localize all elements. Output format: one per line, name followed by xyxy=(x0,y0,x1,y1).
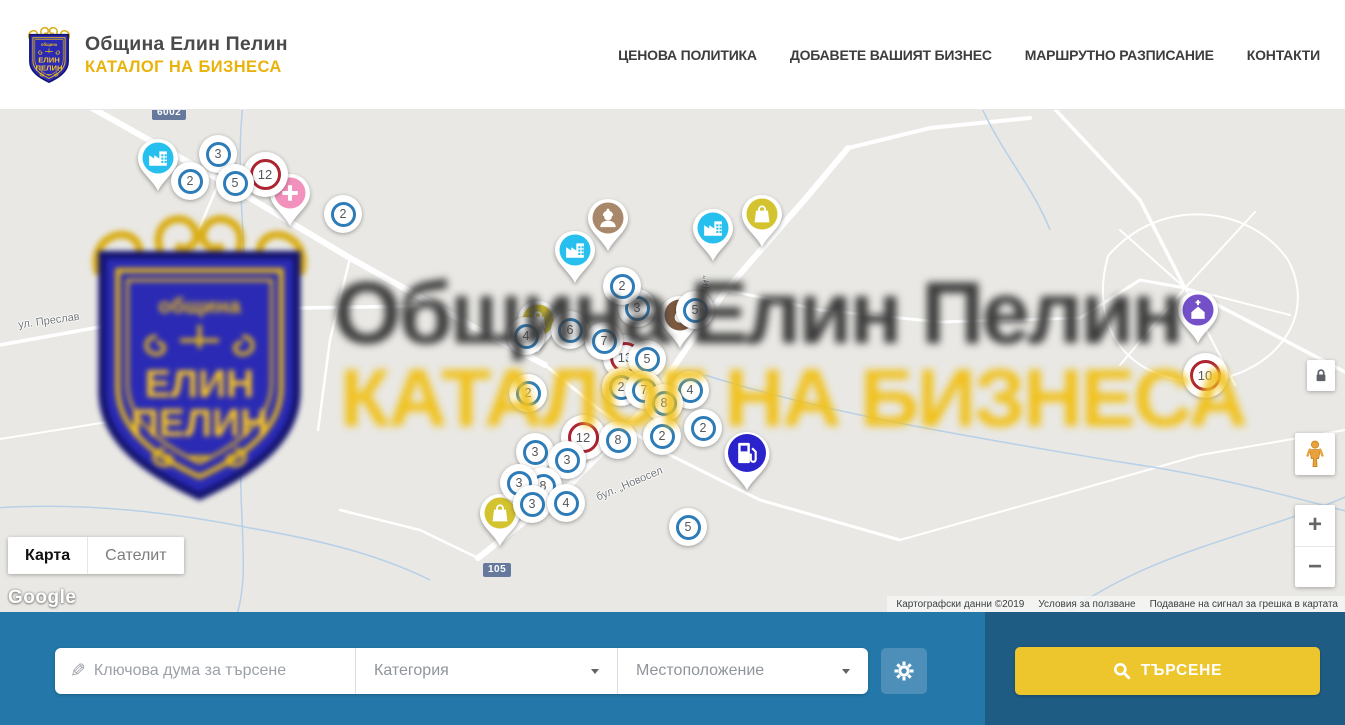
map-lock-button[interactable] xyxy=(1307,360,1335,391)
map-cluster[interactable]: 5 xyxy=(216,164,254,202)
search-bar: ✎ Категория Местоположение ТЪРСЕНЕ xyxy=(0,612,1345,725)
map-cluster[interactable]: 2 xyxy=(509,374,547,412)
map-cluster[interactable]: 6 xyxy=(551,311,589,349)
svg-text:ПЕЛИН: ПЕЛИН xyxy=(35,63,62,72)
church-pin[interactable] xyxy=(1175,289,1221,350)
map-cluster[interactable]: 2 xyxy=(171,162,209,200)
street-view-pegman-button[interactable] xyxy=(1295,433,1335,475)
search-input-group: ✎ Категория Местоположение xyxy=(55,648,868,694)
search-keyword-input[interactable] xyxy=(94,662,355,680)
factory-pin[interactable] xyxy=(690,207,736,268)
map-cluster[interactable]: 5 xyxy=(669,508,707,546)
attribution-copyright: Картографски данни ©2019 xyxy=(896,599,1024,610)
attribution-report-error-link[interactable]: Подаване на сигнал за грешка в картата xyxy=(1150,599,1338,610)
map-cluster[interactable]: 10 xyxy=(1183,353,1228,398)
chevron-down-icon xyxy=(842,669,850,674)
map-cluster[interactable]: 8 xyxy=(599,421,637,459)
category-select[interactable]: Категория xyxy=(355,648,617,694)
map-cluster[interactable]: 2 xyxy=(643,417,681,455)
map-canvas[interactable]: 3212523254613752274812822338334510ул. Пр… xyxy=(0,110,1345,612)
map-type-control: Карта Сателит xyxy=(8,537,184,574)
map-cluster[interactable]: 2 xyxy=(603,267,641,305)
shopping-bag-pin[interactable] xyxy=(739,193,785,254)
map-type-satellite-button[interactable]: Сателит xyxy=(87,537,183,574)
chevron-down-icon xyxy=(591,669,599,674)
advanced-settings-button[interactable] xyxy=(881,648,927,694)
category-select-label: Категория xyxy=(374,662,449,680)
zoom-control: + − xyxy=(1295,505,1335,587)
nav-item-contacts[interactable]: КОНТАКТИ xyxy=(1247,47,1320,63)
lock-icon xyxy=(1314,368,1328,383)
site-title: Община Елин Пелин xyxy=(85,33,288,56)
pegman-icon xyxy=(1305,440,1325,468)
map-cluster[interactable]: 4 xyxy=(547,484,585,522)
site-subtitle: КАТАЛОГ НА БИЗНЕСА xyxy=(85,58,288,77)
search-button[interactable]: ТЪРСЕНЕ xyxy=(1015,647,1320,695)
nav-item-transport-schedule[interactable]: МАРШРУТНО РАЗПИСАНИЕ xyxy=(1025,47,1214,63)
map-cluster[interactable]: 3 xyxy=(513,485,551,523)
location-select[interactable]: Местоположение xyxy=(617,648,868,694)
pencil-icon: ✎ xyxy=(70,660,86,683)
map-attribution: Картографски данни ©2019 Условия за полз… xyxy=(887,596,1345,612)
search-button-label: ТЪРСЕНЕ xyxy=(1141,662,1223,680)
nav-item-add-business[interactable]: ДОБАВЕТЕ ВАШИЯТ БИЗНЕС xyxy=(790,47,992,63)
main-nav: ЦЕНОВА ПОЛИТИКА ДОБАВЕТЕ ВАШИЯТ БИЗНЕС М… xyxy=(618,0,1320,110)
location-select-label: Местоположение xyxy=(636,662,764,680)
map-type-map-button[interactable]: Карта xyxy=(8,537,87,574)
map-cluster[interactable]: 4 xyxy=(507,317,545,355)
map-cluster[interactable]: 2 xyxy=(324,195,362,233)
search-action-panel: ТЪРСЕНЕ xyxy=(985,612,1345,725)
map-cluster[interactable]: 5 xyxy=(676,291,714,329)
google-logo[interactable]: Google xyxy=(8,587,76,609)
svg-text:община: община xyxy=(41,42,58,47)
map-cluster[interactable]: 7 xyxy=(585,322,623,360)
zoom-out-button[interactable]: − xyxy=(1295,547,1335,588)
magnifier-icon xyxy=(1113,662,1131,680)
factory-pin[interactable] xyxy=(552,229,598,290)
fuel-pin[interactable] xyxy=(721,430,773,497)
attribution-terms-link[interactable]: Условия за ползване xyxy=(1038,599,1135,610)
site-logo[interactable]: община ЕЛИН ПЕЛИН Община Елин Пелин КАТА… xyxy=(26,26,288,84)
zoom-in-button[interactable]: + xyxy=(1295,505,1335,547)
page-header: община ЕЛИН ПЕЛИН Община Елин Пелин КАТА… xyxy=(0,0,1345,110)
road-number-badge: 6002 xyxy=(152,110,186,120)
map-cluster[interactable]: 2 xyxy=(684,409,722,447)
nav-item-pricing[interactable]: ЦЕНОВА ПОЛИТИКА xyxy=(618,47,757,63)
keyword-section: ✎ xyxy=(55,648,355,694)
municipality-emblem-icon: община ЕЛИН ПЕЛИН xyxy=(26,26,72,84)
road-number-badge: 105 xyxy=(483,563,511,577)
gear-icon xyxy=(893,660,915,682)
